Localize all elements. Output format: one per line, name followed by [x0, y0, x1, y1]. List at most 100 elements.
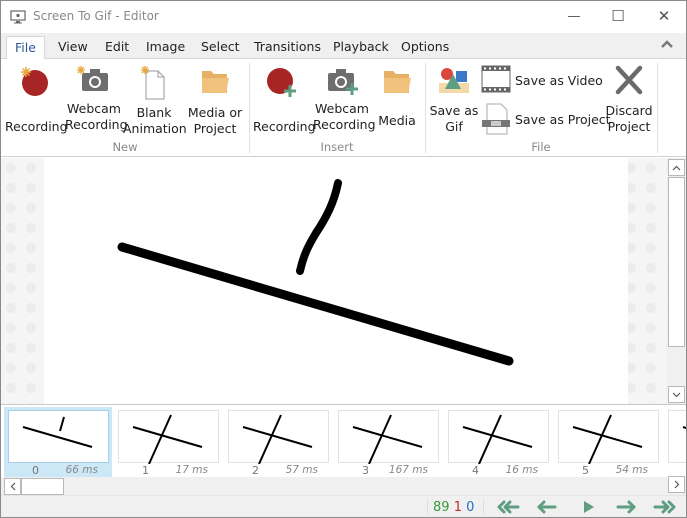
arrow-right-icon [616, 500, 636, 514]
play-icon [584, 501, 594, 513]
menu-bar: File View Edit Image Select Transitions … [1, 33, 686, 60]
insert-recording-icon [267, 68, 296, 97]
double-arrow-left-icon [497, 500, 520, 514]
close-button[interactable]: ✕ [641, 1, 687, 31]
tab-edit[interactable]: Edit [105, 39, 129, 54]
frame-item[interactable]: 3 167 ms [334, 407, 442, 479]
frame-thumbnail [668, 410, 686, 463]
frame-delay: 54 ms [615, 464, 648, 476]
close-icon: ✕ [657, 7, 671, 25]
tab-transitions[interactable]: Transitions [254, 39, 321, 54]
frame-item[interactable]: 0 66 ms [4, 407, 112, 479]
insert-webcam-label-2: Recording [313, 117, 376, 132]
frame-thumbnail [338, 410, 439, 465]
new-webcam-label-2: Recording [65, 117, 128, 132]
horizontal-scrollbar[interactable] [1, 476, 686, 495]
save-as-gif-label-2: Gif [445, 119, 463, 134]
folder-icon [384, 71, 411, 93]
scroll-up-button[interactable] [668, 159, 685, 176]
frame-item[interactable]: 1 17 ms [114, 407, 222, 479]
last-frame-button[interactable] [652, 499, 678, 515]
canvas-area [1, 158, 667, 404]
app-monitor-icon [10, 10, 26, 24]
tab-options[interactable]: Options [401, 39, 449, 54]
previous-frame-button[interactable] [534, 499, 560, 515]
frame-delay: 17 ms [175, 464, 208, 476]
new-webcam-icon [77, 66, 108, 91]
insert-recording-label: Recording [253, 119, 316, 134]
frame-delay: 167 ms [388, 464, 428, 476]
frame-thumbnail [228, 410, 329, 465]
save-as-gif-button[interactable]: Save as Gif [429, 65, 479, 135]
open-media-label-1: Media or [187, 105, 243, 120]
discard-project-label-2: Project [607, 119, 651, 134]
tab-view[interactable]: View [58, 39, 88, 54]
insert-webcam-label-1: Webcam [315, 101, 369, 116]
folder-icon [202, 71, 229, 93]
save-as-gif-label-1: Save as [429, 103, 479, 118]
minimize-button[interactable]: — [551, 1, 597, 31]
drawn-line-long [117, 242, 514, 366]
insert-media-button[interactable]: Media [375, 65, 419, 129]
double-arrow-right-icon [653, 500, 676, 514]
discard-project-label-1: Discard [605, 103, 653, 118]
frame-thumbnail [448, 410, 549, 465]
total-frame-count: 89 [433, 500, 450, 515]
new-webcam-label-1: Webcam [67, 101, 121, 116]
frame-counts: 89 1 0 [433, 500, 474, 515]
frame-number: 0 [32, 464, 39, 477]
play-button[interactable] [575, 499, 601, 515]
frame-thumbnail [8, 410, 109, 463]
scroll-right-button[interactable] [668, 476, 685, 493]
frame-thumbnail [118, 410, 219, 465]
frame-delay: 66 ms [65, 464, 98, 476]
insert-media-label: Media [378, 113, 416, 128]
blank-animation-button[interactable]: Blank Animation [123, 65, 187, 137]
collapse-ribbon-chevron-up-icon[interactable] [660, 39, 674, 49]
new-recording-icon [21, 67, 48, 96]
new-recording-label: Recording [5, 119, 68, 134]
first-frame-button[interactable] [495, 499, 521, 515]
insert-recording-button[interactable]: Recording [253, 65, 316, 135]
vertical-scrollbar[interactable] [667, 158, 686, 404]
tab-playback[interactable]: Playback [333, 39, 389, 54]
horizontal-scroll-thumb[interactable] [21, 478, 64, 495]
discard-project-button[interactable]: Discard Project [603, 65, 655, 135]
current-frame-index: 0 [466, 500, 475, 515]
frame-number: 4 [472, 464, 479, 477]
chevron-up-icon [672, 165, 681, 170]
frame-item[interactable]: 2 57 ms [224, 407, 332, 479]
open-media-label-2: Project [193, 121, 237, 136]
project-file-icon [482, 103, 510, 135]
frame-number: 1 [142, 464, 149, 477]
insert-webcam-recording-button[interactable]: Webcam Recording [313, 65, 376, 133]
save-as-project-button[interactable]: Save as Project [481, 103, 611, 135]
scroll-left-button[interactable] [4, 478, 21, 495]
tab-file[interactable]: File [6, 36, 45, 60]
new-recording-button[interactable]: Recording [5, 65, 68, 135]
group-separator [657, 63, 658, 153]
frame-item[interactable]: 4 16 ms [444, 407, 552, 479]
frame-delay: 57 ms [285, 464, 318, 476]
maximize-button[interactable]: ☐ [595, 1, 641, 31]
blank-animation-label-2: Animation [123, 121, 187, 136]
title-bar: Screen To Gif - Editor — ☐ ✕ [1, 1, 686, 33]
frame-item[interactable]: 5 54 ms [554, 407, 662, 479]
save-as-video-button[interactable]: Save as Video [481, 65, 603, 95]
insert-webcam-icon [328, 69, 358, 95]
group-label-new: New [112, 140, 138, 154]
minimize-icon: — [567, 8, 581, 24]
tab-select[interactable]: Select [201, 39, 240, 54]
maximize-icon: ☐ [611, 7, 625, 25]
tab-image[interactable]: Image [146, 39, 185, 54]
frame-item-partial[interactable] [664, 407, 686, 479]
next-frame-button[interactable] [613, 499, 639, 515]
open-media-or-project-button[interactable]: Media or Project [187, 65, 243, 137]
window-title: Screen To Gif - Editor [33, 9, 159, 23]
frame-canvas[interactable] [44, 158, 628, 404]
chevron-left-icon [10, 482, 15, 491]
scroll-down-button[interactable] [668, 386, 685, 403]
image-shapes-icon [439, 68, 469, 93]
vertical-scroll-thumb[interactable] [668, 177, 685, 347]
new-webcam-recording-button[interactable]: Webcam Recording [65, 65, 128, 133]
